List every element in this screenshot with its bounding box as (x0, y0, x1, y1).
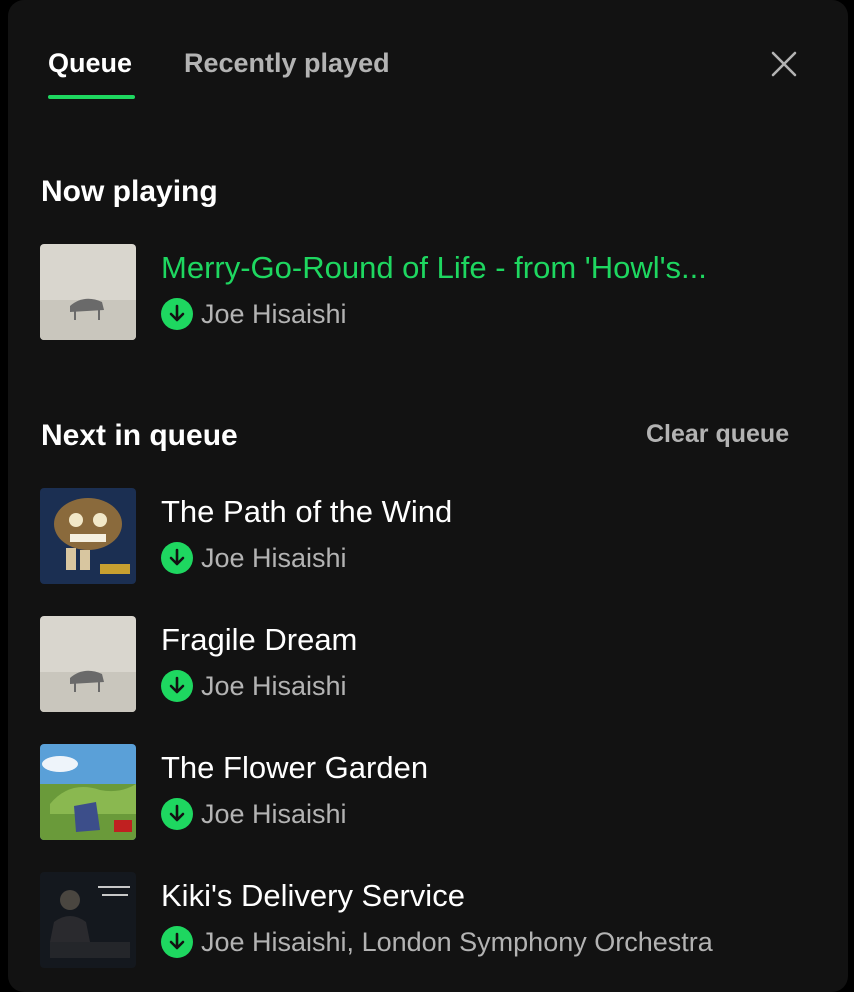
album-art (40, 616, 136, 712)
track-subtitle: Joe Hisaishi (161, 298, 347, 330)
track-title: Kiki's Delivery Service (161, 878, 465, 913)
close-button[interactable] (768, 48, 800, 80)
album-art (40, 744, 136, 840)
queue-panel: Queue Recently played Now playing Merry-… (8, 0, 848, 992)
track-artist[interactable]: Joe Hisaishi (201, 671, 347, 702)
track-title: Fragile Dream (161, 622, 358, 657)
close-icon (771, 51, 797, 77)
track-artist[interactable]: Joe Hisaishi (201, 299, 347, 330)
album-art (40, 488, 136, 584)
now-playing-track[interactable]: Merry-Go-Round of Life - from 'Howl's...… (40, 242, 830, 342)
now-playing-heading: Now playing (41, 175, 218, 208)
track-subtitle: Joe Hisaishi (161, 670, 347, 702)
queue-track[interactable]: The Path of the Wind Joe Hisaishi (40, 486, 830, 586)
queue-track[interactable]: Kiki's Delivery Service Joe Hisaishi, Lo… (40, 870, 830, 970)
download-icon (161, 926, 193, 958)
download-icon (161, 670, 193, 702)
queue-track[interactable]: The Flower Garden Joe Hisaishi (40, 742, 830, 842)
tab-recently-played-label: Recently played (184, 48, 390, 78)
queue-track[interactable]: Fragile Dream Joe Hisaishi (40, 614, 830, 714)
album-art (40, 872, 136, 968)
track-artist[interactable]: Joe Hisaishi, London Symphony Orchestra (201, 927, 713, 958)
track-title: Merry-Go-Round of Life - from 'Howl's... (161, 250, 707, 285)
track-artist[interactable]: Joe Hisaishi (201, 543, 347, 574)
track-title: The Flower Garden (161, 750, 429, 785)
download-icon (161, 798, 193, 830)
track-subtitle: Joe Hisaishi (161, 798, 347, 830)
download-icon (161, 542, 193, 574)
tab-queue-label: Queue (48, 48, 133, 78)
tab-queue[interactable]: Queue (48, 48, 132, 79)
track-artist[interactable]: Joe Hisaishi (201, 799, 347, 830)
track-subtitle: Joe Hisaishi, London Symphony Orchestra (161, 926, 713, 958)
active-tab-indicator (48, 95, 135, 99)
album-art (40, 244, 136, 340)
download-icon (161, 298, 193, 330)
tab-recently-played[interactable]: Recently played (184, 48, 390, 79)
track-title: The Path of the Wind (161, 494, 453, 529)
next-in-queue-heading: Next in queue (41, 419, 238, 452)
clear-queue-button[interactable]: Clear queue (646, 420, 789, 449)
track-subtitle: Joe Hisaishi (161, 542, 347, 574)
